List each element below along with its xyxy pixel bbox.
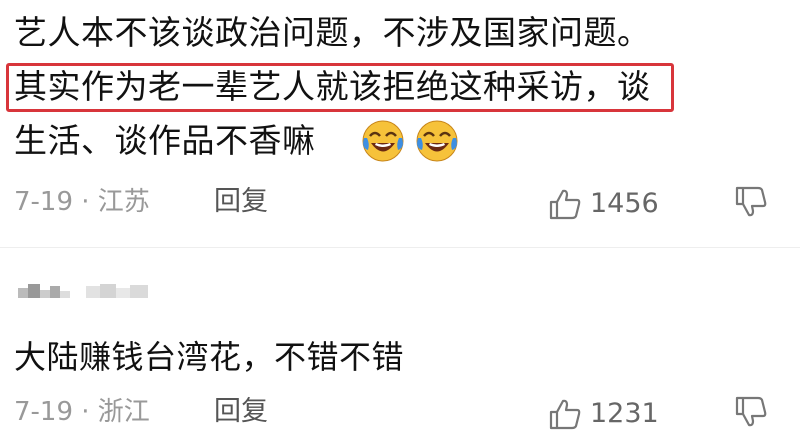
comment-text-line: 大陆赚钱台湾花，不错不错 xyxy=(14,338,405,376)
reply-button[interactable]: 回复 xyxy=(214,392,268,432)
thumbs-up-icon xyxy=(549,399,581,430)
comment-meta-row: 7-19 · 浙江 回复 1231 xyxy=(0,392,800,432)
laughing-crying-emoji-icon xyxy=(416,120,458,162)
thumbs-up-icon xyxy=(549,189,581,220)
laughing-crying-emoji-icon xyxy=(362,120,404,162)
comment-text-line: 生活、谈作品不香嘛 xyxy=(14,121,316,160)
reply-button[interactable]: 回复 xyxy=(214,182,268,222)
comment-text-line: 艺人本不该谈政治问题，不涉及国家问题。 xyxy=(14,13,651,52)
like-count: 1456 xyxy=(590,188,659,219)
dislike-button[interactable] xyxy=(734,396,768,432)
comment-date-location: 7-19 · 江苏 xyxy=(14,187,150,217)
like-button[interactable]: 1456 xyxy=(548,186,659,222)
blurred-avatar xyxy=(18,284,70,298)
comment-date-location: 7-19 · 浙江 xyxy=(14,397,150,427)
comment-divider xyxy=(0,247,800,248)
red-highlight-box xyxy=(6,63,674,112)
dislike-button[interactable] xyxy=(734,186,768,222)
thumbs-down-icon xyxy=(735,396,767,427)
thumbs-down-icon xyxy=(735,186,767,217)
blurred-username xyxy=(86,284,148,298)
like-count: 1231 xyxy=(590,398,659,429)
like-button[interactable]: 1231 xyxy=(548,396,659,432)
comment-meta-row: 7-19 · 江苏 回复 1456 xyxy=(0,182,800,222)
